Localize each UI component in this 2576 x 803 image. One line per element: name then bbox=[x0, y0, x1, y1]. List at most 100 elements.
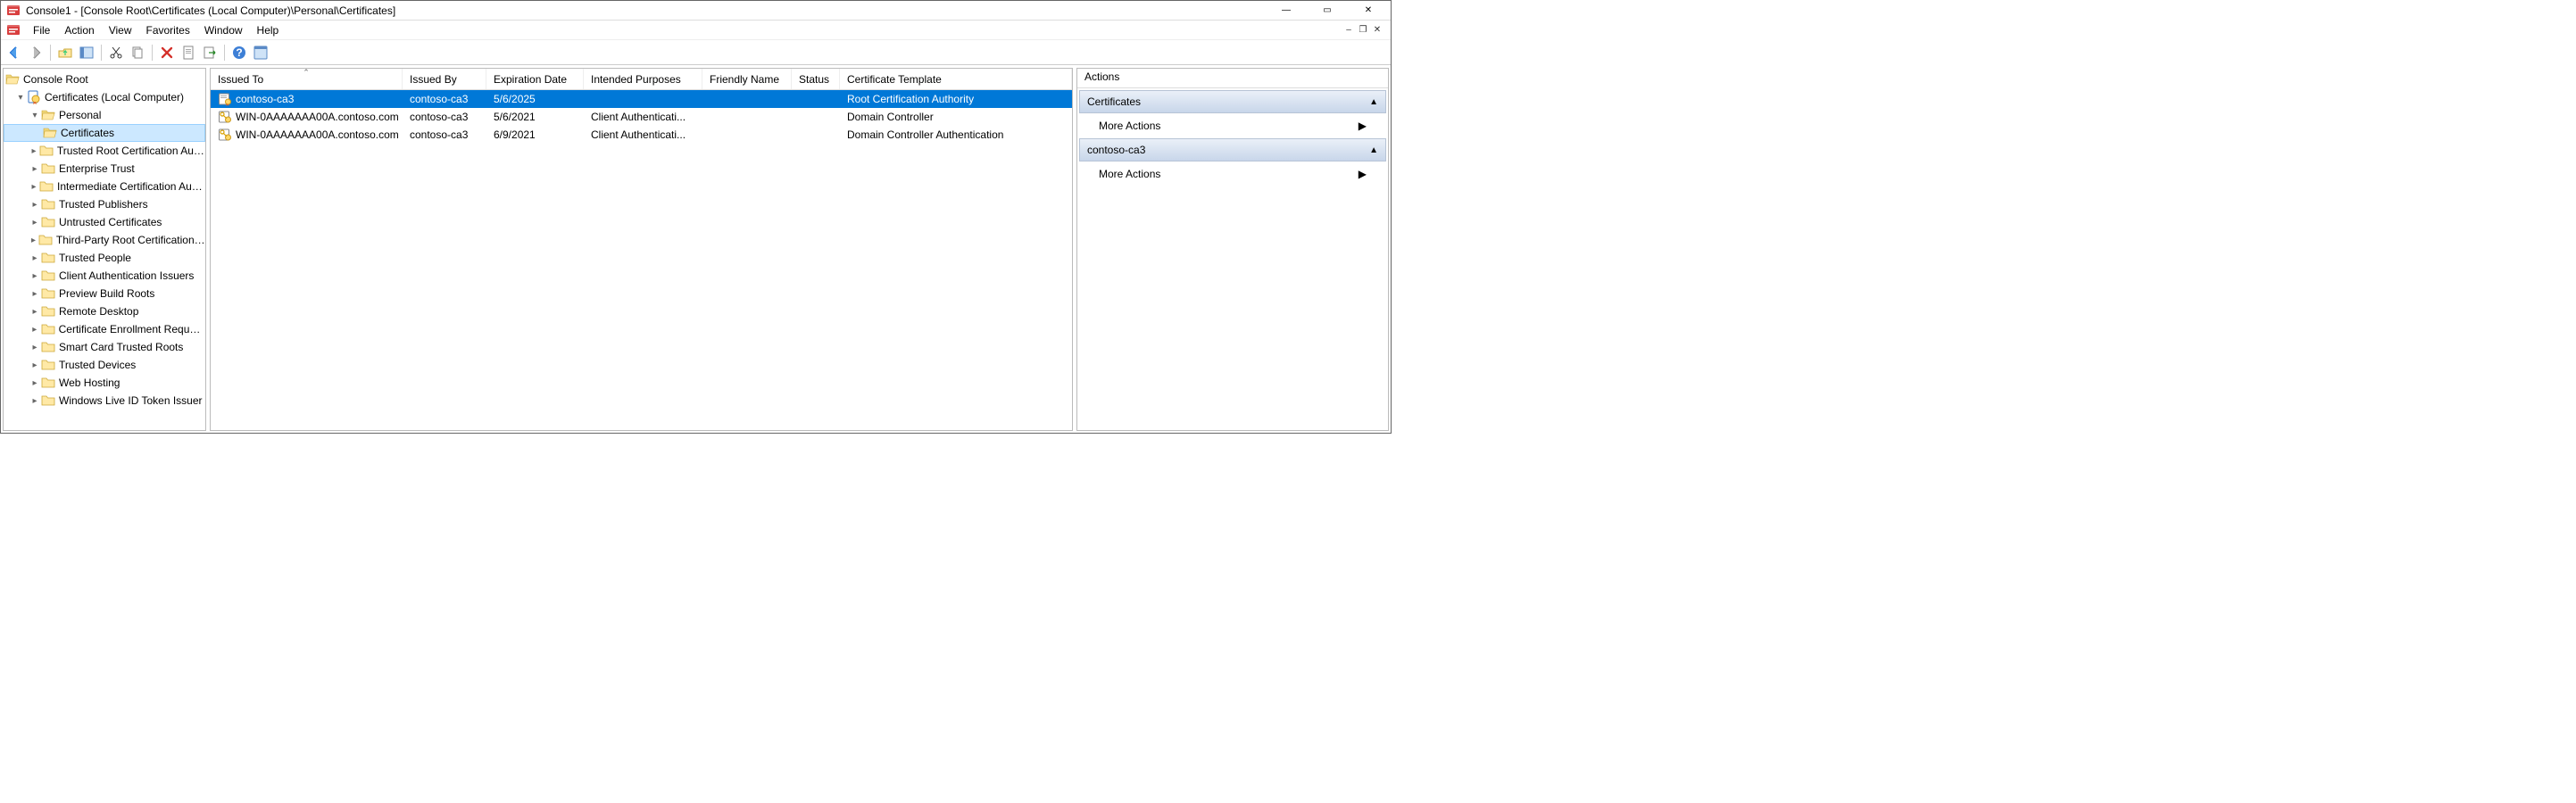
tree-expander-icon[interactable] bbox=[29, 164, 41, 174]
export-button[interactable] bbox=[200, 43, 220, 62]
cell-expiration: 5/6/2025 bbox=[486, 93, 584, 105]
tree-expander-icon[interactable] bbox=[29, 111, 41, 120]
submenu-arrow-icon: ▶ bbox=[1359, 168, 1367, 180]
cell-issued-to: WIN-0AAAAAAA00A.contoso.com bbox=[236, 128, 399, 141]
tree-expander-icon[interactable] bbox=[29, 236, 38, 245]
cell-template: Domain Controller bbox=[840, 111, 1072, 123]
cell-purpose: Client Authenticati... bbox=[584, 128, 702, 141]
tree-node-store[interactable]: Trusted Root Certification Authorities bbox=[4, 142, 205, 160]
tree-node-store[interactable]: Certificate Enrollment Requests bbox=[4, 320, 205, 338]
tree-expander-icon[interactable] bbox=[29, 325, 41, 335]
tree-node-store[interactable]: Enterprise Trust bbox=[4, 160, 205, 178]
tree-node-store[interactable]: Windows Live ID Token Issuer bbox=[4, 392, 205, 410]
cell-template: Domain Controller Authentication bbox=[840, 128, 1072, 141]
actions-pane-title: Actions bbox=[1077, 69, 1388, 88]
close-button[interactable]: ✕ bbox=[1348, 1, 1389, 21]
folder-icon bbox=[41, 376, 55, 390]
tree-node-store[interactable]: Preview Build Roots bbox=[4, 285, 205, 302]
tree-node-store[interactable]: Client Authentication Issuers bbox=[4, 267, 205, 285]
copy-button[interactable] bbox=[128, 43, 147, 62]
tree-node-console-root[interactable]: Console Root bbox=[4, 70, 205, 88]
menu-window[interactable]: Window bbox=[197, 22, 250, 38]
menu-help[interactable]: Help bbox=[250, 22, 287, 38]
cell-issued-to: WIN-0AAAAAAA00A.contoso.com bbox=[236, 111, 399, 123]
tree-label: Enterprise Trust bbox=[59, 162, 135, 175]
column-header-issued-to[interactable]: Issued To bbox=[211, 69, 403, 89]
back-button[interactable] bbox=[4, 43, 24, 62]
delete-button[interactable] bbox=[157, 43, 177, 62]
tree-expander-icon[interactable] bbox=[29, 396, 41, 406]
tree-node-store[interactable]: Third-Party Root Certification Authoriti… bbox=[4, 231, 205, 249]
tree-expander-icon[interactable] bbox=[29, 271, 41, 281]
tree-node-store[interactable]: Web Hosting bbox=[4, 374, 205, 392]
tree-expander-icon[interactable] bbox=[29, 343, 41, 352]
column-header-purpose[interactable]: Intended Purposes bbox=[584, 69, 702, 89]
chevron-up-icon: ▲ bbox=[1369, 145, 1378, 155]
actions-section-header[interactable]: contoso-ca3▲ bbox=[1079, 138, 1386, 161]
tree-node-store[interactable]: Trusted People bbox=[4, 249, 205, 267]
tree-node-personal[interactable]: Personal bbox=[4, 106, 205, 124]
tree-node-store[interactable]: Intermediate Certification Authorities bbox=[4, 178, 205, 195]
certificate-row[interactable]: WIN-0AAAAAAA00A.contoso.comcontoso-ca36/… bbox=[211, 126, 1072, 144]
properties-button[interactable] bbox=[179, 43, 198, 62]
actions-item[interactable]: More Actions ▶ bbox=[1079, 163, 1386, 185]
menu-action[interactable]: Action bbox=[57, 22, 101, 38]
column-label: Expiration Date bbox=[494, 73, 567, 86]
tree-node-certificates[interactable]: Certificates bbox=[4, 124, 205, 142]
tree-node-store[interactable]: Untrusted Certificates bbox=[4, 213, 205, 231]
tree-node-cert-snapin[interactable]: Certificates (Local Computer) bbox=[4, 88, 205, 106]
cell-purpose: Client Authenticati... bbox=[584, 111, 702, 123]
actions-item-label: More Actions bbox=[1099, 168, 1160, 180]
show-hide-tree-button[interactable] bbox=[77, 43, 96, 62]
certificate-row[interactable]: WIN-0AAAAAAA00A.contoso.com contoso-ca35/… bbox=[211, 108, 1072, 126]
show-hide-action-pane-button[interactable] bbox=[251, 43, 270, 62]
tree-node-store[interactable]: Remote Desktop bbox=[4, 302, 205, 320]
column-label: Friendly Name bbox=[710, 73, 779, 86]
tree-node-store[interactable]: Smart Card Trusted Roots bbox=[4, 338, 205, 356]
results-list-pane: Issued To Issued By Expiration Date Inte… bbox=[210, 68, 1073, 431]
column-header-expiration[interactable]: Expiration Date bbox=[486, 69, 584, 89]
tree-label: Certificates bbox=[61, 127, 114, 139]
cell-issued-by: contoso-ca3 bbox=[403, 111, 486, 123]
mdi-restore-button[interactable]: ❐ bbox=[1357, 24, 1369, 37]
help-button[interactable] bbox=[229, 43, 249, 62]
cell-expiration: 5/6/2021 bbox=[486, 111, 584, 123]
menu-favorites[interactable]: Favorites bbox=[139, 22, 197, 38]
mdi-close-button[interactable]: ✕ bbox=[1371, 24, 1384, 37]
forward-button[interactable] bbox=[26, 43, 46, 62]
cell-expiration: 6/9/2021 bbox=[486, 128, 584, 141]
tree-expander-icon[interactable] bbox=[29, 289, 41, 299]
mmc-icon bbox=[6, 4, 21, 18]
tree-expander-icon[interactable] bbox=[29, 253, 41, 263]
column-header-friendly-name[interactable]: Friendly Name bbox=[702, 69, 792, 89]
column-header-template[interactable]: Certificate Template bbox=[840, 69, 1072, 89]
separator bbox=[50, 45, 51, 61]
tree-expander-icon[interactable] bbox=[29, 182, 39, 192]
tree-expander-icon[interactable] bbox=[14, 93, 27, 103]
tree-node-store[interactable]: Trusted Publishers bbox=[4, 195, 205, 213]
tree-expander-icon[interactable] bbox=[29, 307, 41, 317]
column-header-issued-by[interactable]: Issued By bbox=[403, 69, 486, 89]
menu-view[interactable]: View bbox=[102, 22, 139, 38]
tree-expander-icon[interactable] bbox=[29, 200, 41, 210]
actions-item[interactable]: More Actions▶ bbox=[1079, 115, 1386, 137]
list-header: Issued To Issued By Expiration Date Inte… bbox=[211, 69, 1072, 90]
maximize-button[interactable]: ▭ bbox=[1307, 1, 1348, 21]
certificate-icon bbox=[218, 110, 232, 124]
scope-tree-pane: Console Root Certificates (Local Compute… bbox=[3, 68, 206, 431]
column-label: Issued To bbox=[218, 73, 263, 86]
tree-node-store[interactable]: Trusted Devices bbox=[4, 356, 205, 374]
certificate-row[interactable]: contoso-ca3contoso-ca35/6/2025Root Certi… bbox=[211, 90, 1072, 108]
minimize-button[interactable]: — bbox=[1266, 1, 1307, 21]
mdi-minimize-button[interactable]: – bbox=[1342, 24, 1355, 37]
tree-expander-icon[interactable] bbox=[29, 360, 41, 370]
cut-button[interactable] bbox=[106, 43, 126, 62]
actions-section-header[interactable]: Certificates▲ bbox=[1079, 90, 1386, 113]
folder-icon bbox=[41, 197, 55, 211]
column-header-status[interactable]: Status bbox=[792, 69, 840, 89]
tree-expander-icon[interactable] bbox=[29, 218, 41, 228]
tree-expander-icon[interactable] bbox=[29, 146, 39, 156]
menu-file[interactable]: File bbox=[26, 22, 57, 38]
tree-expander-icon[interactable] bbox=[29, 378, 41, 388]
up-button[interactable] bbox=[55, 43, 75, 62]
